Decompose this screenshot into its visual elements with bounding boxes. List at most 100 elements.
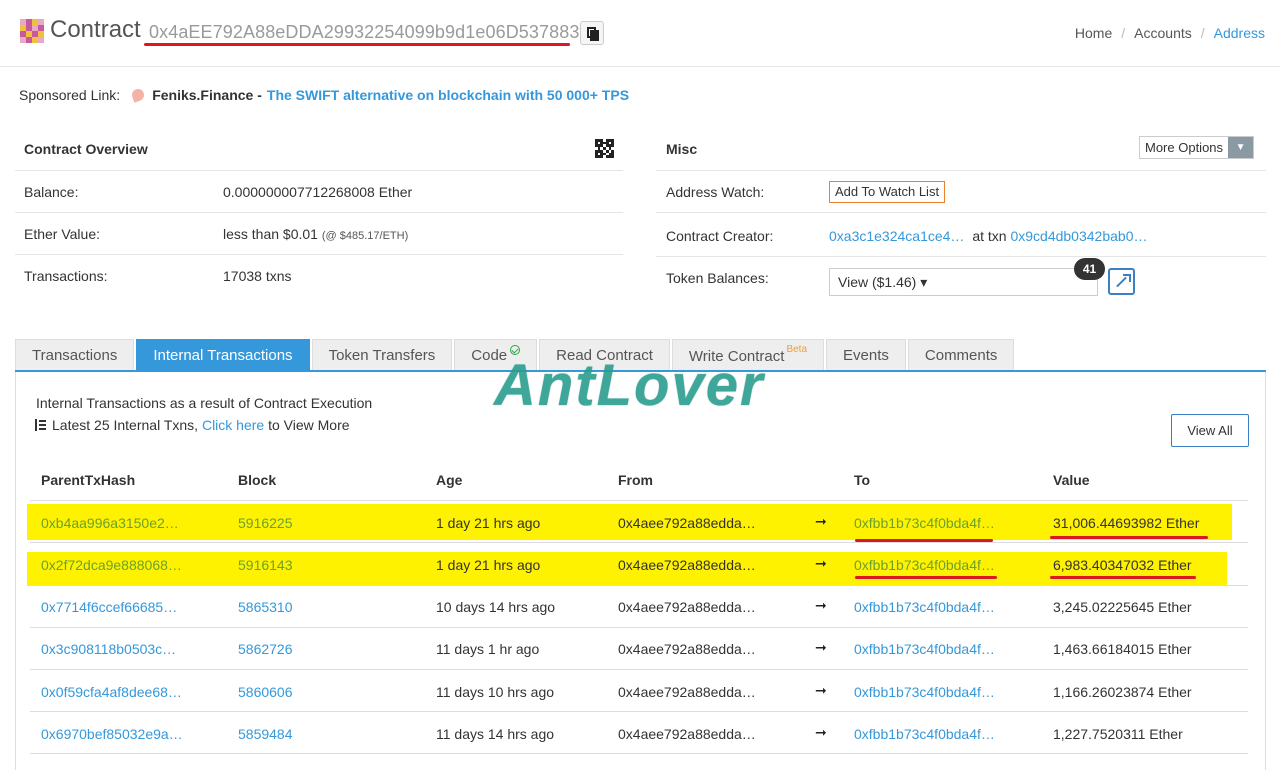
watermark: AntLover [494, 353, 765, 418]
age: 11 days 14 hrs ago [436, 726, 555, 742]
col-value: Value [1053, 472, 1090, 488]
internal-intro: Internal Transactions as a result of Con… [36, 395, 373, 411]
balance-label: Balance: [24, 184, 79, 200]
block-link[interactable]: 5916143 [238, 557, 293, 573]
arrow-right-icon: ➞ [815, 597, 827, 613]
red-underline [855, 576, 997, 579]
arrow-right-icon: ➞ [815, 513, 827, 529]
contract-logo-icon [20, 19, 44, 43]
sponsor-name[interactable]: Feniks.Finance - [152, 87, 262, 103]
col-from: From [618, 472, 653, 488]
chevron-down-icon: ▼ [1228, 137, 1254, 158]
breadcrumb-accounts[interactable]: Accounts [1134, 25, 1192, 41]
value: 1,463.66184015 Ether [1053, 641, 1192, 657]
tab-token-transfers[interactable]: Token Transfers [311, 339, 453, 371]
to-address-link[interactable]: 0xfbb1b73c4f0bda4f… [854, 599, 995, 615]
arrow-right-icon: ➞ [815, 555, 827, 571]
latest-internal-txns: Latest 25 Internal Txns, Click here to V… [33, 417, 350, 433]
breadcrumb-address[interactable]: Address [1214, 25, 1265, 41]
feniks-logo-icon [130, 87, 146, 103]
contract-address: 0x4aEE792A88eDDA29932254099b9d1e06D53788… [149, 22, 585, 42]
block-link[interactable]: 5862726 [238, 641, 293, 657]
parent-tx-hash-link[interactable]: 0x2f72dca9e888068… [41, 557, 182, 573]
to-address-link[interactable]: 0xfbb1b73c4f0bda4f… [854, 684, 995, 700]
ether-value-label: Ether Value: [24, 226, 101, 242]
from-address: 0x4aee792a88edda… [618, 641, 756, 657]
from-address: 0x4aee792a88edda… [618, 684, 756, 700]
contract-creator: 0xa3c1e324ca1ce4… at txn 0x9cd4db0342bab… [829, 228, 1148, 244]
address-watch-label: Address Watch: [666, 184, 765, 200]
from-address: 0x4aee792a88edda… [618, 515, 756, 531]
tab-internal-transactions[interactable]: Internal Transactions [136, 339, 310, 371]
age: 11 days 10 hrs ago [436, 684, 555, 700]
value: 1,166.26023874 Ether [1053, 684, 1192, 700]
add-to-watch-list-button[interactable]: Add To Watch List [829, 181, 946, 203]
value: 3,245.02225645 Ether [1053, 599, 1192, 615]
breadcrumb: Home / Accounts / Address [1074, 25, 1265, 41]
col-block: Block [238, 472, 277, 488]
to-address-link[interactable]: 0xfbb1b73c4f0bda4f… [854, 726, 995, 742]
red-underline [1050, 576, 1196, 579]
contract-overview-title: Contract Overview [24, 141, 148, 157]
parent-tx-hash-link[interactable]: 0x6970bef85032e9a… [41, 726, 183, 742]
block-link[interactable]: 5916225 [238, 515, 293, 531]
contract-creator-label: Contract Creator: [666, 228, 774, 244]
from-address: 0x4aee792a88edda… [618, 599, 756, 615]
value: 1,227.7520311 Ether [1053, 726, 1183, 742]
parent-tx-hash-link[interactable]: 0xb4aa996a3150e2… [41, 515, 179, 531]
eth-price: (@ $485.17/ETH) [321, 230, 409, 242]
value: 31,006.44693982 Ether [1053, 515, 1200, 531]
block-link[interactable]: 5859484 [238, 726, 293, 742]
parent-tx-hash-link[interactable]: 0x3c908118b0503c… [41, 641, 176, 657]
to-address-link[interactable]: 0xfbb1b73c4f0bda4f… [854, 641, 995, 657]
col-to: To [854, 472, 871, 488]
age: 11 days 1 hr ago [436, 641, 540, 657]
token-balances-select[interactable]: View ($1.46) ▾ [829, 268, 1098, 296]
sponsor-tagline[interactable]: The SWIFT alternative on blockchain with… [267, 87, 629, 103]
transactions-count: 17038 txns [223, 268, 292, 284]
value: 6,983.40347032 Ether [1053, 557, 1192, 573]
ether-value: less than $0.01 (@ $485.17/ETH) [223, 226, 409, 242]
qr-code-icon[interactable] [595, 139, 614, 158]
age: 1 day 21 hrs ago [436, 557, 541, 573]
view-all-button[interactable]: View All [1171, 414, 1249, 447]
sponsored-link: Sponsored Link: Feniks.Finance - The SWI… [19, 87, 629, 103]
beta-badge: Beta [786, 344, 808, 355]
transactions-label: Transactions: [24, 268, 108, 284]
tab-transactions[interactable]: Transactions [15, 339, 135, 371]
page-header: Contract 0x4aEE792A88eDDA29932254099b9d1… [0, 0, 1280, 67]
arrow-right-icon: ➞ [815, 724, 827, 740]
sponsored-label: Sponsored Link: [19, 87, 121, 103]
page-title: Contract [50, 16, 141, 43]
address-red-underline [144, 43, 570, 46]
click-here-link[interactable]: Click here [202, 417, 264, 433]
arrow-right-icon: ➞ [815, 682, 827, 698]
to-address-link[interactable]: 0xfbb1b73c4f0bda4f… [854, 557, 995, 573]
more-options-button[interactable]: More Options ▼ [1139, 136, 1255, 159]
from-address: 0x4aee792a88edda… [618, 557, 756, 573]
parent-tx-hash-link[interactable]: 0x7714f6ccef66685… [41, 599, 177, 615]
parent-tx-hash-link[interactable]: 0x0f59cfa4af8dee68… [41, 684, 182, 700]
age: 10 days 14 hrs ago [436, 599, 556, 615]
expand-icon[interactable] [1108, 268, 1135, 295]
copy-address-button[interactable] [580, 21, 604, 45]
tab-comments[interactable]: Comments [907, 339, 1015, 371]
arrow-right-icon: ➞ [815, 639, 827, 655]
misc-title: Misc [666, 141, 698, 157]
tab-events[interactable]: Events [826, 339, 906, 371]
creator-address-link[interactable]: 0xa3c1e324ca1ce4… [829, 228, 964, 244]
block-link[interactable]: 5865310 [238, 599, 293, 615]
block-link[interactable]: 5860606 [238, 684, 293, 700]
sort-icon [33, 418, 47, 432]
from-address: 0x4aee792a88edda… [618, 726, 756, 742]
token-count-badge: 41 [1074, 258, 1105, 280]
col-age: Age [436, 472, 463, 488]
balance-value: 0.000000007712268008 Ether [223, 184, 413, 200]
creator-txn-link[interactable]: 0x9cd4db0342bab0… [1010, 228, 1147, 244]
to-address-link[interactable]: 0xfbb1b73c4f0bda4f… [854, 515, 995, 531]
col-parent-tx-hash: ParentTxHash [41, 472, 136, 488]
token-balances-label: Token Balances: [666, 270, 769, 286]
age: 1 day 21 hrs ago [436, 515, 541, 531]
red-underline [855, 539, 993, 542]
breadcrumb-home[interactable]: Home [1075, 25, 1112, 41]
